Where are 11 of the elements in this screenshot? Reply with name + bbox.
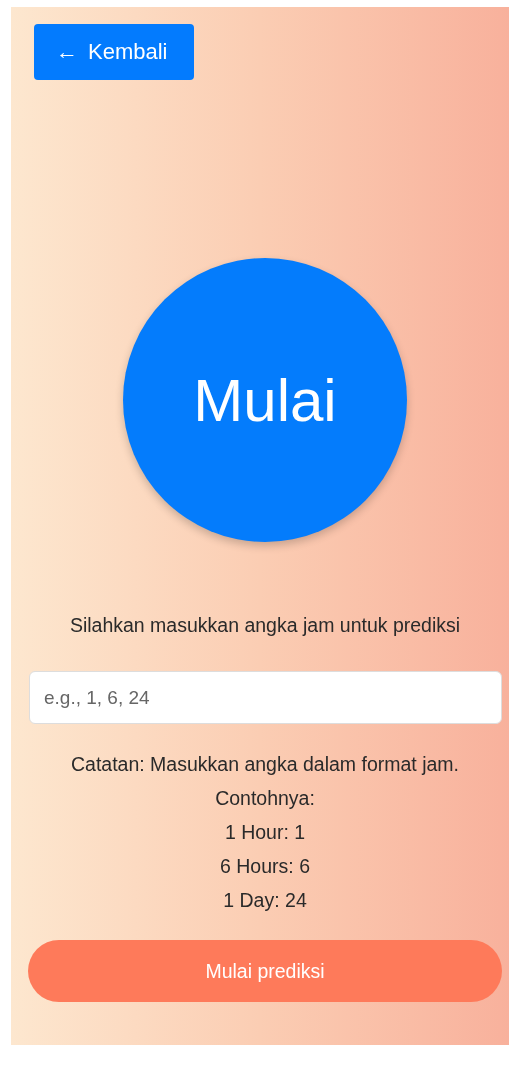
submit-button[interactable]: Mulai prediksi bbox=[28, 940, 502, 1002]
prompt-text: Silahkan masukkan angka jam untuk prediksi bbox=[68, 614, 462, 637]
note-text: 1 Hour: 1 bbox=[224, 820, 306, 844]
note-text: 1 Day: 24 bbox=[223, 888, 307, 912]
back-button[interactable]: ← Kembali bbox=[34, 24, 194, 80]
hours-input-field[interactable]: e.g., 1, 6, 24 bbox=[29, 671, 502, 724]
back-arrow-icon: ← bbox=[56, 39, 78, 65]
start-button[interactable]: Mulai bbox=[123, 258, 407, 542]
note-text: 6 Hours: 6 bbox=[220, 854, 310, 878]
note-text: Catatan: Masukkan angka dalam format jam. bbox=[71, 752, 459, 776]
note-text: Contohnya: bbox=[215, 786, 315, 810]
